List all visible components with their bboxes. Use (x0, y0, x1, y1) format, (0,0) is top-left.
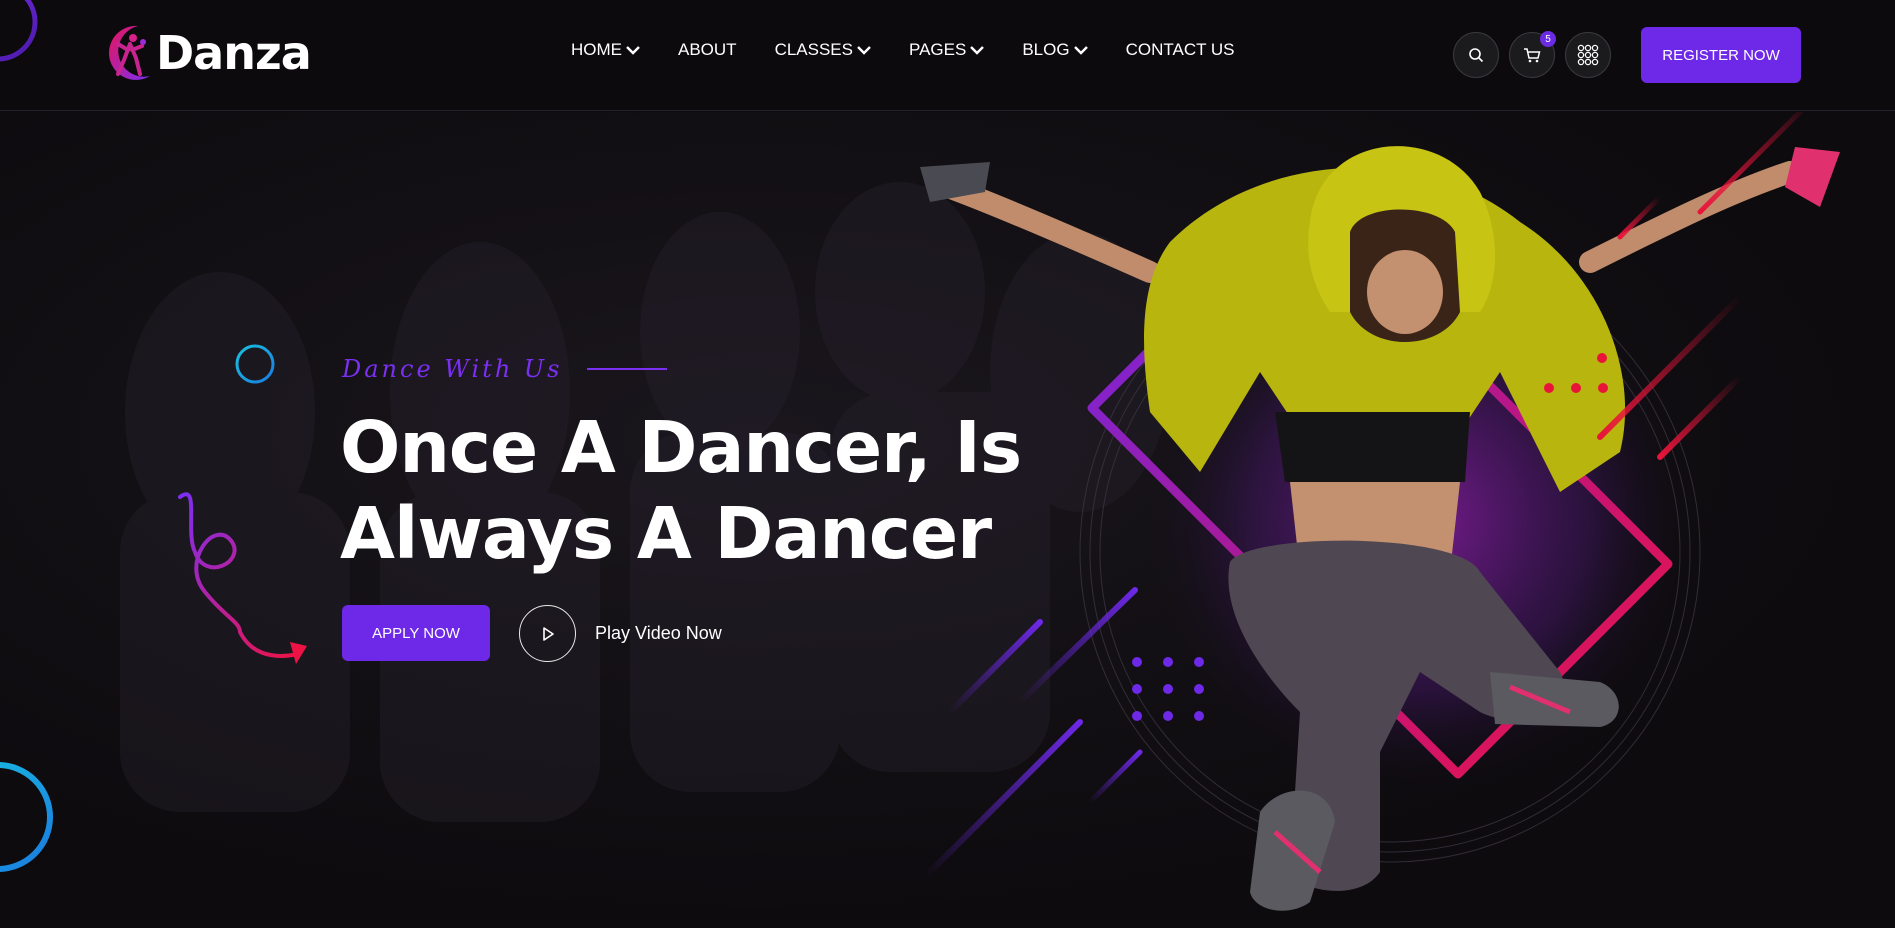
nav-label: PAGES (909, 40, 967, 59)
nav-item-classes[interactable]: CLASSES (775, 40, 871, 60)
apply-now-button[interactable]: APPLY NOW (342, 605, 490, 661)
chevron-down-icon (970, 46, 985, 55)
nav-label: CLASSES (774, 40, 853, 59)
nav-label: ABOUT (678, 40, 737, 59)
brand-logo[interactable]: Danza (100, 22, 312, 84)
hero-headline: Once A Dancer, Is Always A Dancer (340, 405, 1040, 577)
register-button[interactable]: REGISTER NOW (1641, 27, 1801, 83)
nav-item-home[interactable]: HOME (571, 40, 640, 60)
headline-line-1: Once A Dancer, Is (340, 406, 1022, 489)
search-button[interactable] (1453, 32, 1499, 78)
dancers-logo-icon (108, 25, 150, 80)
grid-menu-icon (1577, 44, 1599, 66)
play-video-label[interactable]: Play Video Now (595, 623, 722, 644)
nav-label: CONTACT US (1125, 40, 1235, 59)
headline-line-2: Always A Dancer (340, 492, 992, 575)
cart-button[interactable]: 5 (1509, 31, 1556, 78)
cart-count-badge: 5 (1540, 31, 1556, 47)
play-video-button[interactable] (519, 605, 576, 662)
nav-label: BLOG (1022, 40, 1070, 59)
nav-item-contact[interactable]: CONTACT US (1126, 40, 1235, 60)
subtitle-text: Dance With Us (342, 355, 563, 383)
cart-icon (1524, 48, 1541, 63)
nav-item-blog[interactable]: BLOG (1022, 40, 1088, 60)
site-header: Danza HOME ABOUT CLASSES PAGES BLOG CONT… (0, 0, 1895, 111)
dancer-figure (920, 146, 1840, 911)
grid-menu-button[interactable] (1565, 32, 1611, 78)
chevron-down-icon (626, 46, 640, 55)
search-icon (1469, 48, 1484, 63)
brand-name: Danza (156, 26, 312, 80)
subtitle-divider (587, 368, 668, 370)
main-nav: HOME ABOUT CLASSES PAGES BLOG CONTACT US (571, 40, 1273, 60)
nav-item-about[interactable]: ABOUT (678, 40, 737, 60)
hero-subtitle: Dance With Us (342, 355, 668, 383)
nav-item-pages[interactable]: PAGES (909, 40, 985, 60)
play-icon (542, 626, 554, 641)
nav-label: HOME (571, 40, 622, 59)
decorative-ring-top (0, 0, 38, 62)
chevron-down-icon (857, 46, 871, 55)
chevron-down-icon (1073, 46, 1088, 55)
hero-section: Dance With Us Once A Dancer, Is Always A… (0, 112, 1895, 928)
